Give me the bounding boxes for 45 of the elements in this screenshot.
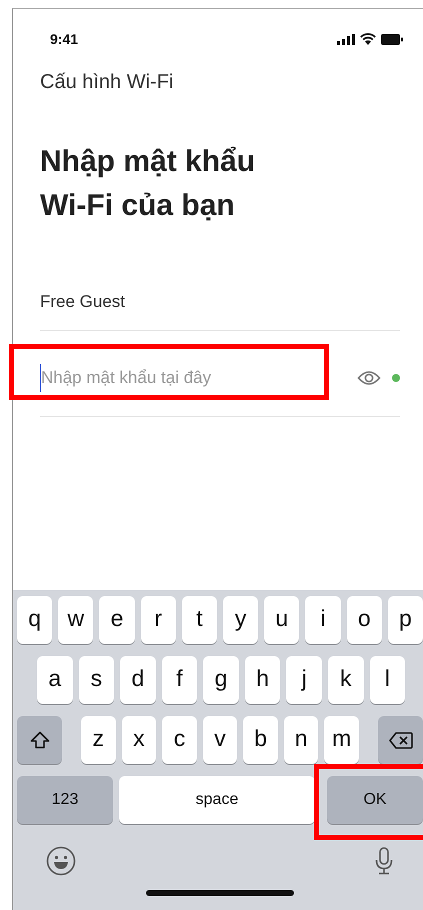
- key[interactable]: l: [370, 656, 406, 704]
- shift-key[interactable]: [17, 716, 62, 764]
- nav-title: Cấu hình Wi-Fi: [40, 71, 174, 94]
- key[interactable]: m: [324, 716, 360, 764]
- ok-key[interactable]: OK: [327, 776, 423, 824]
- status-dot: [392, 374, 400, 382]
- key[interactable]: y: [223, 596, 258, 644]
- key[interactable]: p: [388, 596, 423, 644]
- key[interactable]: d: [120, 656, 156, 704]
- password-field[interactable]: Nhập mật khẩu tại đây: [40, 364, 321, 392]
- key[interactable]: n: [284, 716, 318, 764]
- key[interactable]: s: [78, 656, 114, 704]
- eye-icon[interactable]: [357, 370, 381, 386]
- key[interactable]: v: [202, 716, 238, 764]
- page-heading: Nhập mật khẩu Wi-Fi của bạn: [40, 144, 256, 224]
- key[interactable]: z: [81, 716, 116, 764]
- key[interactable]: h: [244, 656, 280, 704]
- wifi-icon: [360, 33, 376, 45]
- key[interactable]: r: [140, 596, 176, 644]
- key[interactable]: x: [122, 716, 156, 764]
- space-key[interactable]: space: [119, 776, 315, 824]
- key[interactable]: b: [243, 716, 278, 764]
- backspace-icon: [388, 732, 413, 748]
- key[interactable]: w: [58, 596, 94, 644]
- key[interactable]: t: [182, 596, 218, 644]
- numbers-key[interactable]: 123: [17, 776, 113, 824]
- key[interactable]: f: [162, 656, 198, 704]
- key[interactable]: q: [17, 596, 52, 644]
- status-time: 9:41: [50, 31, 78, 47]
- signal-icon: [337, 34, 355, 44]
- key[interactable]: i: [305, 596, 341, 644]
- backspace-key[interactable]: [378, 716, 423, 764]
- key[interactable]: k: [328, 656, 364, 704]
- key[interactable]: g: [203, 656, 239, 704]
- shift-icon: [30, 731, 50, 749]
- key[interactable]: o: [346, 596, 382, 644]
- emoji-icon[interactable]: [46, 846, 76, 876]
- battery-icon: [381, 34, 403, 44]
- microphone-icon[interactable]: [375, 847, 393, 875]
- key[interactable]: u: [264, 596, 300, 644]
- key[interactable]: j: [286, 656, 322, 704]
- key[interactable]: c: [162, 716, 197, 764]
- network-name: Free Guest: [40, 291, 126, 313]
- key[interactable]: a: [37, 656, 73, 704]
- key[interactable]: e: [99, 596, 135, 644]
